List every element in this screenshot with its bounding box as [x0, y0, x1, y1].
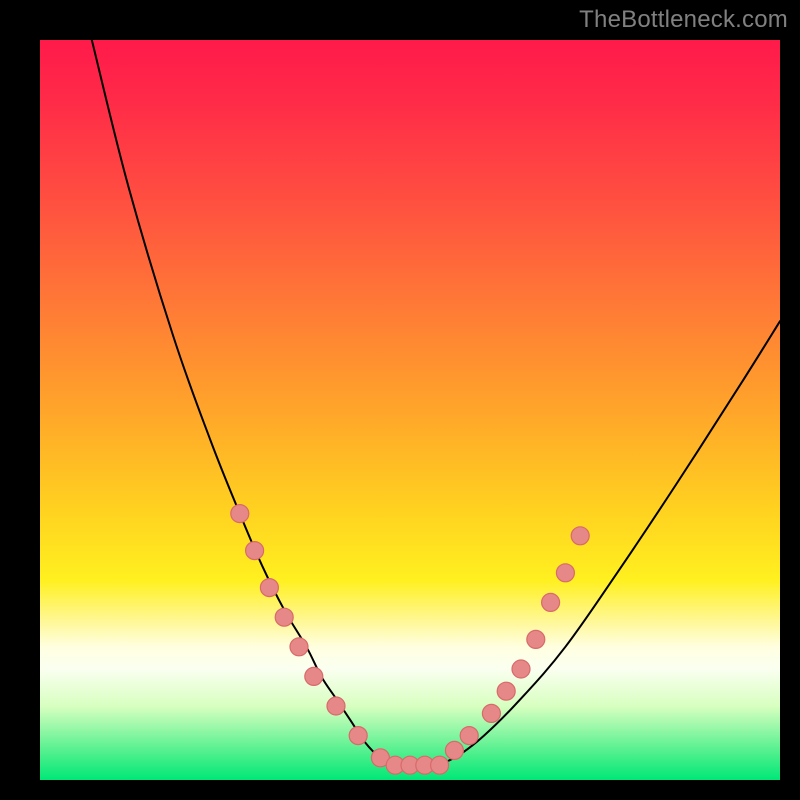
sample-dot: [556, 564, 574, 582]
sample-dot: [482, 704, 500, 722]
plot-area: [40, 40, 780, 780]
sample-dot: [445, 741, 463, 759]
sample-dot: [460, 727, 478, 745]
curve-svg: [40, 40, 780, 780]
sample-dot: [571, 527, 589, 545]
sample-dot: [327, 697, 345, 715]
sample-dot: [497, 682, 515, 700]
chart-stage: TheBottleneck.com: [0, 0, 800, 800]
sample-dot: [231, 505, 249, 523]
sample-dot: [290, 638, 308, 656]
sample-dot: [275, 608, 293, 626]
sample-dot: [349, 727, 367, 745]
sample-dot: [305, 667, 323, 685]
watermark-text: TheBottleneck.com: [579, 6, 788, 34]
sample-dots-group: [231, 505, 589, 775]
sample-dot: [527, 630, 545, 648]
sample-dot: [431, 756, 449, 774]
sample-dot: [512, 660, 530, 678]
sample-dot: [260, 579, 278, 597]
sample-dot: [246, 542, 264, 560]
bottleneck-curve: [92, 40, 780, 766]
sample-dot: [542, 593, 560, 611]
